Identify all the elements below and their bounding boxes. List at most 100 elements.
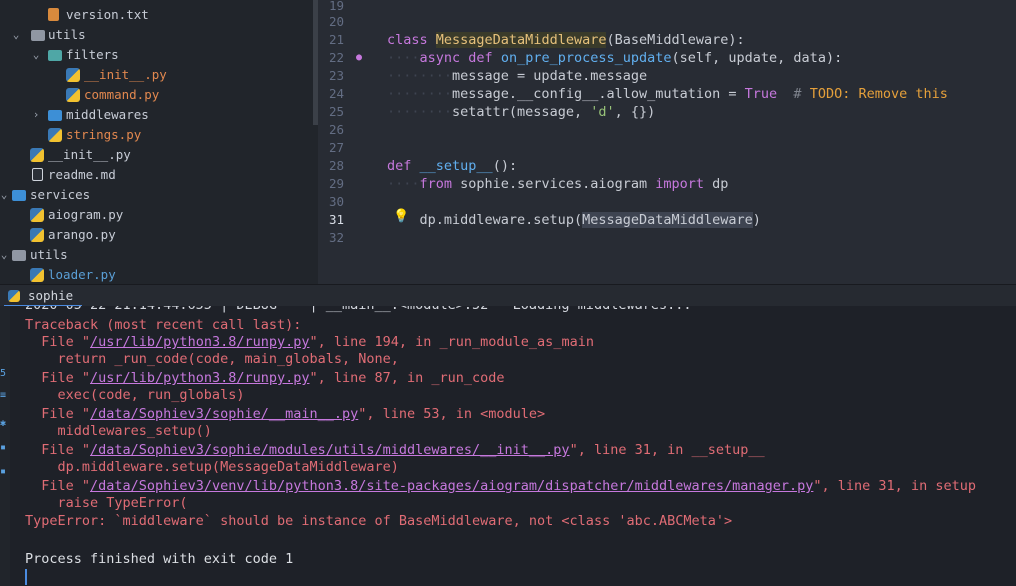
tree-item-version-txt[interactable]: version.txt xyxy=(0,5,313,25)
lightbulb-icon[interactable]: 💡 xyxy=(393,209,409,225)
tree-item-utils-2[interactable]: ⌄ utils xyxy=(0,245,313,265)
file-link[interactable]: /data/Sophiev3/sophie/__main__.py xyxy=(90,406,358,422)
traceback-code: middlewares_setup() xyxy=(25,423,212,439)
file-link[interactable]: /data/Sophiev3/venv/lib/python3.8/site-p… xyxy=(90,478,813,494)
tree-item-loader-py[interactable]: loader.py xyxy=(0,265,313,284)
traceback-frame: File "/usr/lib/python3.8/runpy.py", line… xyxy=(25,334,594,351)
code-line-25: ········setattr(message, 'd', {}) xyxy=(387,104,656,120)
traceback-code: return _run_code(code, main_globals, Non… xyxy=(25,351,399,367)
class-name: MessageDataMiddleware xyxy=(435,32,607,48)
line-number: 31 xyxy=(328,212,344,227)
project-tree[interactable]: version.txt ⌄ utils ⌄ filters __init__.p… xyxy=(0,0,318,284)
code-text: (self, update, data): xyxy=(671,50,843,66)
frame-prefix: File " xyxy=(25,442,91,458)
pin-icon[interactable]: ▪ xyxy=(0,442,6,453)
tree-item-label: utils xyxy=(30,247,68,262)
chevron-down-icon[interactable]: ⌄ xyxy=(0,245,10,265)
frame-suffix: ", line 31, in setup xyxy=(813,478,976,494)
error-message: TypeError: `middleware` should be instan… xyxy=(25,513,733,529)
python-file-icon xyxy=(66,68,80,82)
file-link[interactable]: /data/Sophiev3/sophie/modules/utils/midd… xyxy=(90,442,570,458)
settings-icon[interactable]: ✱ xyxy=(0,418,6,429)
code-line-29: ····from sophie.services.aiogram import … xyxy=(387,176,729,192)
line-number: 21 xyxy=(328,32,344,47)
markdown-file-icon xyxy=(32,168,43,181)
tree-item-init-py-2[interactable]: __init__.py xyxy=(0,145,313,165)
code-text: message.__config__.allow_mutation = xyxy=(452,86,745,102)
chevron-down-icon[interactable]: ⌄ xyxy=(10,25,22,45)
code-text: , {}) xyxy=(614,104,656,120)
tree-item-label: loader.py xyxy=(48,267,116,282)
chevron-down-icon[interactable]: ⌄ xyxy=(30,45,42,65)
traceback-code: exec(code, run_globals) xyxy=(25,387,245,403)
python-file-icon xyxy=(30,268,44,282)
tree-item-services[interactable]: ⌄ services xyxy=(0,185,313,205)
code-editor[interactable]: 19 20 21 22 23 24 25 26 27 28 29 30 31 3… xyxy=(318,0,1016,284)
line-number: 23 xyxy=(328,68,344,83)
console-side-toolbar: 5 ≡ ✱ ▪ ▪ xyxy=(0,306,10,586)
code-line-31: dp.middleware.setup(MessageDataMiddlewar… xyxy=(387,211,761,229)
file-link[interactable]: /usr/lib/python3.8/runpy.py xyxy=(90,334,309,350)
line-number: 25 xyxy=(328,104,344,119)
chevron-right-icon[interactable]: › xyxy=(30,105,42,125)
tree-item-utils[interactable]: ⌄ utils xyxy=(0,25,313,45)
override-marker-icon[interactable]: ● xyxy=(356,52,368,64)
line-number: 20 xyxy=(328,14,344,29)
keyword: class xyxy=(387,32,428,48)
tree-item-filters[interactable]: ⌄ filters xyxy=(0,45,313,65)
chevron-down-icon[interactable]: ⌄ xyxy=(0,185,10,205)
code-line-28: def __setup__(): xyxy=(387,157,517,175)
keyword: import xyxy=(655,176,705,192)
code-text: setattr(message, xyxy=(452,104,591,120)
keyword: from xyxy=(419,176,453,192)
editor-gutter: 19 20 21 22 23 24 25 26 27 28 29 30 31 3… xyxy=(318,0,374,284)
traceback-code: raise TypeError( xyxy=(25,495,188,511)
function-name: on_pre_process_update xyxy=(500,50,672,66)
code-text: (): xyxy=(492,158,518,174)
code-text: sophie.services.aiogram xyxy=(460,176,648,192)
frame-suffix: ", line 53, in <module> xyxy=(358,406,546,422)
run-tab-label: sophie xyxy=(28,288,74,303)
package-folder-icon xyxy=(12,190,26,201)
run-console[interactable]: 5 ≡ ✱ ▪ ▪ 2020-05-22 21:14:44.655 | DEBU… xyxy=(0,306,1016,586)
code-text: dp xyxy=(712,176,729,192)
keyword: True xyxy=(744,86,778,102)
frame-suffix: ", line 194, in _run_module_as_main xyxy=(309,334,594,350)
frame-prefix: File " xyxy=(25,406,91,422)
tree-item-label: __init__.py xyxy=(48,147,131,162)
print-icon[interactable]: ▪ xyxy=(0,466,6,477)
tree-item-label: filters xyxy=(66,47,119,62)
tree-item-label: command.py xyxy=(84,87,160,102)
package-folder-icon xyxy=(48,50,62,61)
traceback-frame: File "/usr/lib/python3.8/runpy.py", line… xyxy=(25,370,505,387)
class-reference: MessageDataMiddleware xyxy=(582,212,753,228)
scroll-icon[interactable]: ≡ xyxy=(0,390,6,401)
tree-item-init-py[interactable]: __init__.py xyxy=(0,65,313,85)
code-text: ) xyxy=(752,212,761,228)
traceback-header: Traceback (most recent call last): xyxy=(25,317,302,333)
frame-suffix: ", line 87, in _run_code xyxy=(309,370,505,386)
tree-item-middlewares[interactable]: › middlewares xyxy=(0,105,313,125)
line-number: 27 xyxy=(328,140,344,155)
code-line-24: ········message.__config__.allow_mutatio… xyxy=(387,86,948,102)
tree-item-aiogram-py[interactable]: aiogram.py xyxy=(0,205,313,225)
python-file-icon xyxy=(8,290,20,302)
traceback-frame: File "/data/Sophiev3/sophie/__main__.py"… xyxy=(25,406,545,423)
keyword: def xyxy=(468,50,493,66)
tree-item-arango-py[interactable]: arango.py xyxy=(0,225,313,245)
text-file-icon xyxy=(48,8,59,21)
package-folder-icon xyxy=(48,110,62,121)
tree-item-label: middlewares xyxy=(66,107,149,122)
string-literal: 'd' xyxy=(590,104,615,120)
tree-item-strings-py[interactable]: strings.py xyxy=(0,125,313,145)
tree-item-readme-md[interactable]: readme.md xyxy=(0,165,313,185)
rerun-icon[interactable]: 5 xyxy=(0,368,6,379)
python-file-icon xyxy=(30,148,44,162)
tree-item-command-py[interactable]: command.py xyxy=(0,85,313,105)
console-caret xyxy=(25,569,27,585)
keyword: async xyxy=(419,50,461,66)
file-link[interactable]: /usr/lib/python3.8/runpy.py xyxy=(90,370,309,386)
line-number: 28 xyxy=(328,158,344,173)
line-number: 30 xyxy=(328,194,344,209)
exit-message: Process finished with exit code 1 xyxy=(25,551,294,567)
